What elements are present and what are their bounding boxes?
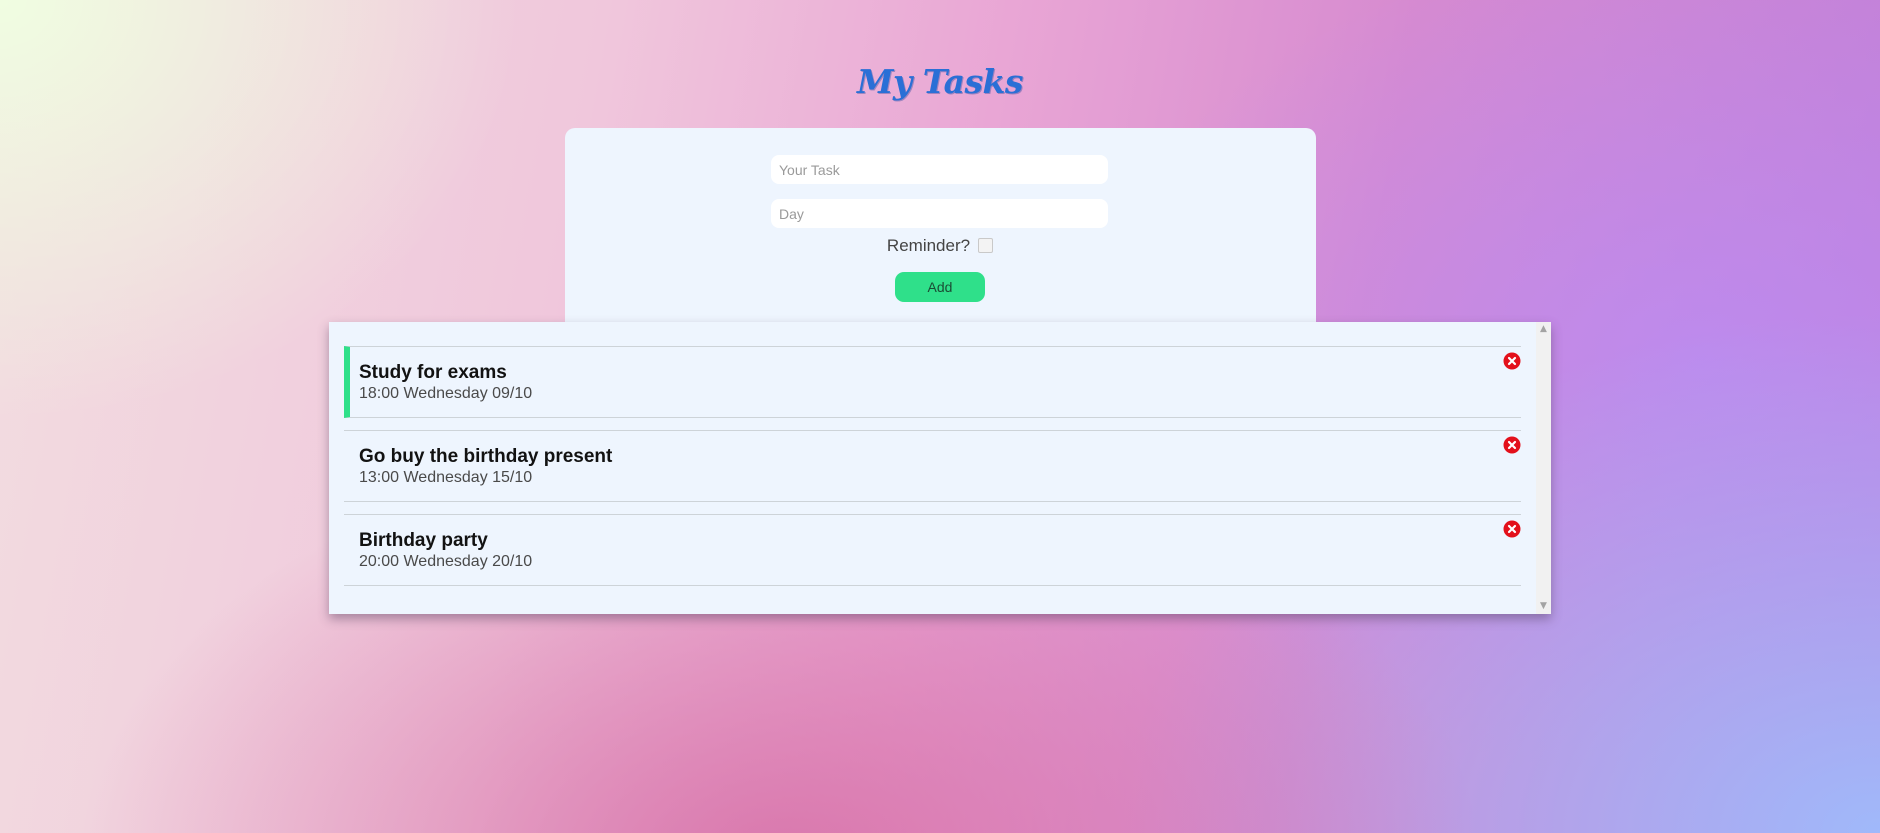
close-circle-icon[interactable]	[1503, 352, 1521, 370]
page-title: My Tasks	[857, 62, 1024, 101]
scrollbar[interactable]: ▲ ▼	[1536, 322, 1551, 614]
task-item[interactable]: Birthday party 20:00 Wednesday 20/10	[344, 514, 1521, 586]
day-input[interactable]	[771, 199, 1108, 228]
task-title: Birthday party	[359, 530, 488, 551]
reminder-row: Reminder?	[0, 236, 1880, 256]
task-title: Study for exams	[359, 362, 507, 383]
add-button[interactable]: Add	[895, 272, 985, 302]
task-item[interactable]: Go buy the birthday present 13:00 Wednes…	[344, 430, 1521, 502]
task-day: 20:00 Wednesday 20/10	[359, 553, 533, 570]
task-title: Go buy the birthday present	[359, 446, 613, 467]
reminder-checkbox[interactable]	[978, 237, 994, 253]
chevron-down-icon[interactable]: ▼	[1536, 599, 1551, 614]
task-input[interactable]	[771, 155, 1108, 184]
chevron-up-icon[interactable]: ▲	[1536, 322, 1551, 337]
close-circle-icon[interactable]	[1503, 520, 1521, 538]
task-day: 18:00 Wednesday 09/10	[359, 385, 533, 402]
task-day: 13:00 Wednesday 15/10	[359, 469, 533, 486]
task-item[interactable]: Study for exams 18:00 Wednesday 09/10	[344, 346, 1521, 418]
reminder-label: Reminder?	[886, 236, 971, 255]
task-list: Study for exams 18:00 Wednesday 09/10 Go…	[329, 322, 1551, 614]
close-circle-icon[interactable]	[1503, 436, 1521, 454]
